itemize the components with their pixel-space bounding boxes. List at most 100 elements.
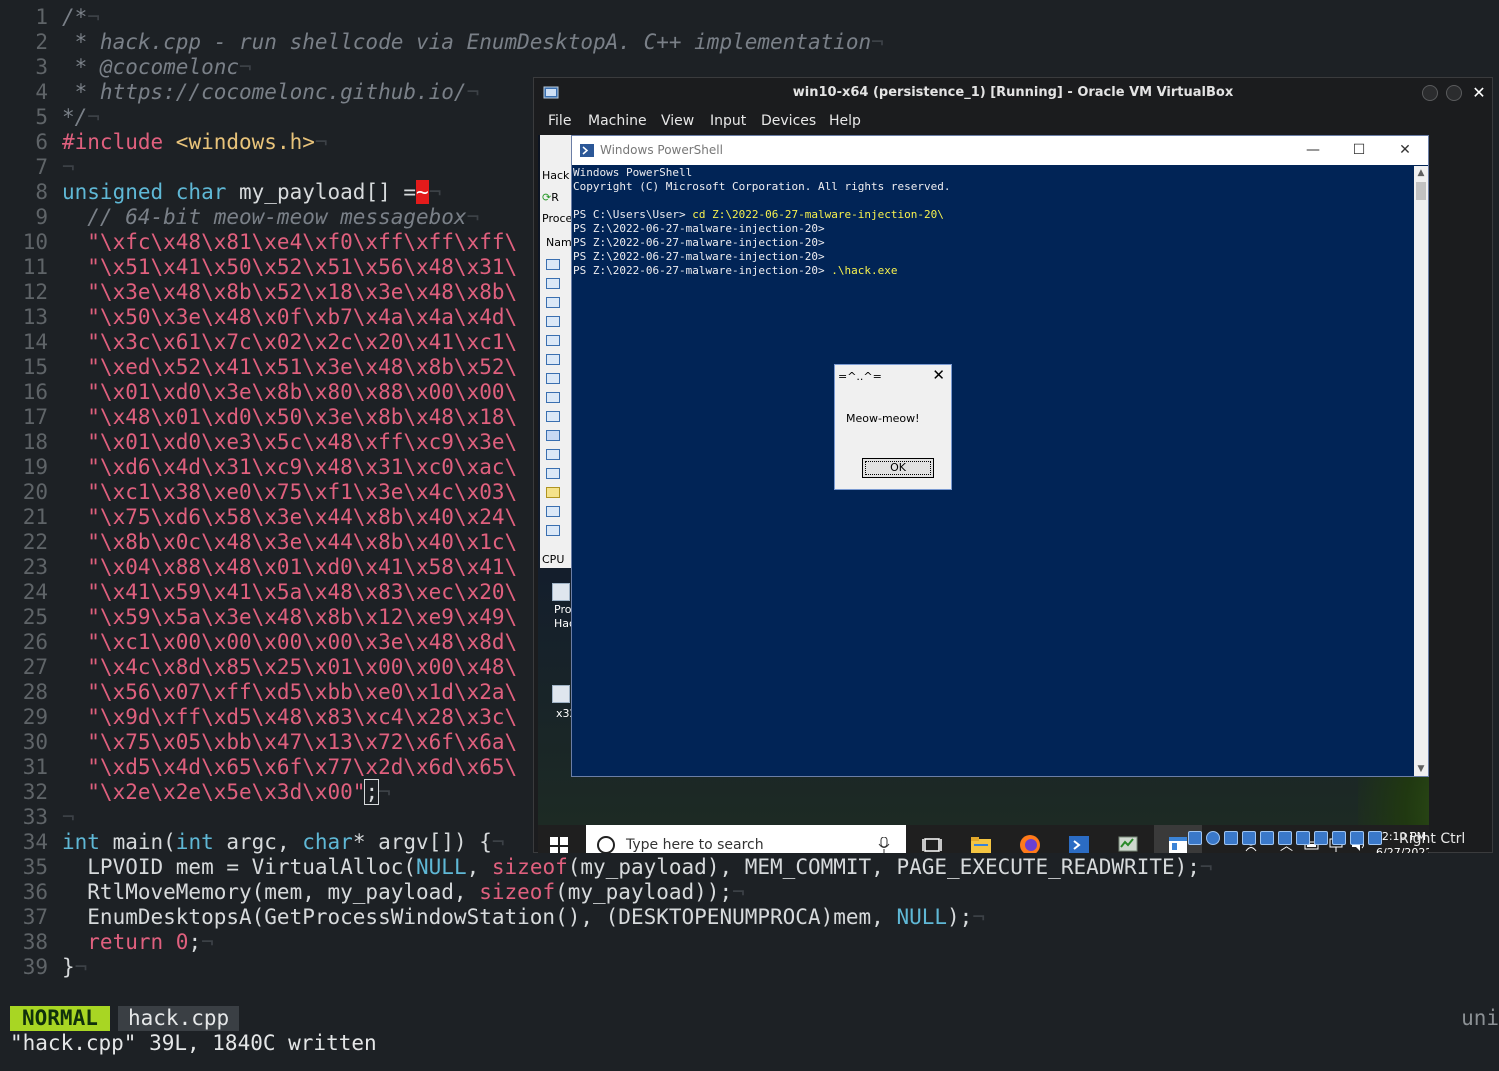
mouse-integration-icon[interactable] bbox=[1350, 831, 1364, 845]
process-row-icon[interactable] bbox=[546, 335, 560, 346]
code-line[interactable]: 6 #include <windows.h>¬ bbox=[0, 130, 327, 155]
code-line[interactable]: 3 * @cocomelonc¬ bbox=[0, 55, 251, 80]
code-line[interactable]: 35 LPVOID mem = VirtualAlloc(NULL, sizeo… bbox=[0, 855, 1213, 880]
code-line[interactable]: 36 RtlMoveMemory(mem, my_payload, sizeof… bbox=[0, 880, 745, 905]
powershell-scrollbar[interactable]: ▲ ▼ bbox=[1414, 166, 1428, 776]
process-hacker-shortcut-icon[interactable] bbox=[552, 583, 570, 601]
process-row-icon[interactable] bbox=[546, 354, 560, 365]
ph-column-name[interactable]: Nam bbox=[546, 236, 572, 249]
ok-button[interactable]: OK bbox=[862, 458, 934, 478]
minimize-icon[interactable]: — bbox=[1290, 136, 1336, 165]
scrollbar-thumb[interactable] bbox=[1416, 182, 1426, 200]
powershell-titlebar[interactable]: Windows PowerShell — ☐ ✕ bbox=[572, 136, 1428, 165]
code-line[interactable]: 39}¬ bbox=[0, 955, 88, 980]
usb-icon[interactable] bbox=[1260, 831, 1274, 845]
ph-tab-processes[interactable]: Proce bbox=[542, 212, 572, 225]
hard-disk-icon[interactable] bbox=[1188, 831, 1202, 845]
code-line[interactable]: 22 "\x8b\x0c\x48\x3e\x44\x8b\x40\x1c\ bbox=[0, 530, 517, 555]
code-line[interactable]: 37 EnumDesktopsA(GetProcessWindowStation… bbox=[0, 905, 985, 930]
code-line[interactable]: 38 return 0;¬ bbox=[0, 930, 214, 955]
code-line[interactable]: 21 "\x75\xd6\x58\x3e\x44\x8b\x40\x24\ bbox=[0, 505, 517, 530]
message-box[interactable]: =^..^= ✕ Meow-meow! OK bbox=[834, 364, 952, 490]
powershell-window[interactable]: Windows PowerShell — ☐ ✕ Windows PowerSh… bbox=[571, 135, 1429, 777]
scroll-down-icon[interactable]: ▼ bbox=[1414, 762, 1428, 776]
host-key-arrow-icon[interactable] bbox=[1368, 831, 1382, 845]
close-icon[interactable]: ✕ bbox=[932, 366, 945, 384]
process-row-icon[interactable] bbox=[546, 430, 560, 441]
code-line[interactable]: 31 "\xd5\x4d\x65\x6f\x77\x2d\x6d\x65\ bbox=[0, 755, 517, 780]
code-line[interactable]: 29 "\x9d\xff\xd5\x48\x83\xc4\x28\x3c\ bbox=[0, 705, 517, 730]
vim-command-line[interactable]: "hack.cpp" 39L, 1840C written bbox=[10, 1031, 377, 1056]
code-line[interactable]: 23 "\x04\x88\x48\x01\xd0\x41\x58\x41\ bbox=[0, 555, 517, 580]
code-line[interactable]: 27 "\x4c\x8d\x85\x25\x01\x00\x00\x48\ bbox=[0, 655, 517, 680]
virtualization-icon[interactable] bbox=[1332, 831, 1346, 845]
code-line[interactable]: 15 "\xed\x52\x41\x51\x3e\x48\x8b\x52\ bbox=[0, 355, 517, 380]
process-row-icon[interactable] bbox=[546, 316, 560, 327]
code-line[interactable]: 5 */¬ bbox=[0, 105, 100, 130]
code-line[interactable]: 20 "\xc1\x38\xe0\x75\xf1\x3e\x4c\x03\ bbox=[0, 480, 517, 505]
maximize-icon[interactable]: ☐ bbox=[1336, 136, 1382, 165]
code-line[interactable]: 2 * hack.cpp - run shellcode via EnumDes… bbox=[0, 30, 883, 55]
menu-view[interactable]: View bbox=[661, 108, 694, 134]
process-row-icon[interactable] bbox=[546, 297, 560, 308]
minimize-button[interactable] bbox=[1422, 85, 1438, 101]
code-line[interactable]: 8 unsigned char my_payload[] =~¬ bbox=[0, 180, 441, 205]
code-line[interactable]: 16 "\x01\xd0\x3e\x8b\x80\x88\x00\x00\ bbox=[0, 380, 517, 405]
close-icon[interactable]: ✕ bbox=[1382, 136, 1428, 165]
code-line[interactable]: 1 /*¬ bbox=[0, 5, 100, 30]
code-line[interactable]: 28 "\x56\x07\xff\xd5\xbb\xe0\x1d\x2a\ bbox=[0, 680, 517, 705]
code-line[interactable]: 13 "\x50\x3e\x48\x0f\xb7\x4a\x4a\x4d\ bbox=[0, 305, 517, 330]
menu-file[interactable]: File bbox=[548, 108, 571, 134]
code-line[interactable]: 26 "\xc1\x00\x00\x00\x00\x3e\x48\x8d\ bbox=[0, 630, 517, 655]
virtualbox-titlebar[interactable]: win10-x64 (persistence_1) [Running] - Or… bbox=[534, 78, 1492, 108]
ph-refresh-button[interactable]: ⟳R bbox=[542, 191, 559, 204]
video-capture-icon[interactable] bbox=[1314, 831, 1328, 845]
code-line[interactable]: 17 "\x48\x01\xd0\x50\x3e\x8b\x48\x18\ bbox=[0, 405, 517, 430]
code-line[interactable]: 24 "\x41\x59\x41\x5a\x48\x83\xec\x20\ bbox=[0, 580, 517, 605]
x32dbg-shortcut-icon[interactable] bbox=[552, 685, 570, 703]
code-token: ¬ bbox=[201, 930, 214, 954]
code-line[interactable]: 34 int main(int argc, char* argv[]) {¬ bbox=[0, 830, 505, 855]
menu-input[interactable]: Input bbox=[710, 108, 746, 134]
optical-drive-icon[interactable] bbox=[1206, 831, 1220, 845]
code-line[interactable]: 10 "\xfc\x48\x81\xe4\xf0\xff\xff\xff\ bbox=[0, 230, 517, 255]
process-row-icon[interactable] bbox=[546, 449, 560, 460]
code-line[interactable]: 32 "\x2e\x2e\x5e\x3d\x00";¬ bbox=[0, 779, 391, 805]
process-row-icon[interactable] bbox=[546, 278, 560, 289]
process-row-icon[interactable] bbox=[546, 487, 560, 498]
maximize-button[interactable] bbox=[1446, 85, 1462, 101]
shared-folders-icon[interactable] bbox=[1278, 831, 1292, 845]
code-line[interactable]: 33 ¬ bbox=[0, 805, 75, 830]
code-line[interactable]: 11 "\x51\x41\x50\x52\x51\x56\x48\x31\ bbox=[0, 255, 517, 280]
process-row-icon[interactable] bbox=[546, 468, 560, 479]
menu-devices[interactable]: Devices bbox=[761, 108, 816, 134]
menu-machine[interactable]: Machine bbox=[588, 108, 647, 134]
code-line[interactable]: 14 "\x3c\x61\x7c\x02\x2c\x20\x41\xc1\ bbox=[0, 330, 517, 355]
close-icon[interactable]: ✕ bbox=[1470, 84, 1488, 102]
menu-help[interactable]: Help bbox=[829, 108, 861, 134]
process-row-icon[interactable] bbox=[546, 525, 560, 536]
code-line[interactable]: 7 ¬ bbox=[0, 155, 75, 180]
code-line[interactable]: 25 "\x59\x5a\x3e\x48\x8b\x12\xe9\x49\ bbox=[0, 605, 517, 630]
process-row-icon[interactable] bbox=[546, 373, 560, 384]
process-row-icon[interactable] bbox=[546, 411, 560, 422]
display-icon[interactable] bbox=[1296, 831, 1310, 845]
process-row-icon[interactable] bbox=[546, 506, 560, 517]
guest-screen[interactable]: Hack ⟳R Proce Nam CPU U Pro Hac x32 bbox=[538, 135, 1429, 853]
code-line[interactable]: 9 // 64-bit meow-meow messagebox¬ bbox=[0, 205, 479, 230]
scroll-up-icon[interactable]: ▲ bbox=[1414, 166, 1428, 180]
powershell-console[interactable]: Windows PowerShell Copyright (C) Microsof… bbox=[572, 166, 1415, 776]
audio-icon[interactable] bbox=[1224, 831, 1238, 845]
code-line[interactable]: 30 "\x75\x05\xbb\x47\x13\x72\x6f\x6a\ bbox=[0, 730, 517, 755]
code-token: ¬ bbox=[87, 105, 100, 129]
process-row-icon[interactable] bbox=[546, 259, 560, 270]
code-line[interactable]: 19 "\xd6\x4d\x31\xc9\x48\x31\xc0\xac\ bbox=[0, 455, 517, 480]
network-adapter-icon[interactable] bbox=[1242, 831, 1256, 845]
code-line[interactable]: 18 "\x01\xd0\xe3\x5c\x48\xff\xc9\x3e\ bbox=[0, 430, 517, 455]
code-token: ¬ bbox=[62, 155, 75, 179]
text-cursor: ~ bbox=[416, 180, 429, 204]
code-line[interactable]: 4 * https://cocomelonc.github.io/¬ bbox=[0, 80, 479, 105]
code-line[interactable]: 12 "\x3e\x48\x8b\x52\x18\x3e\x48\x8b\ bbox=[0, 280, 517, 305]
virtualbox-window[interactable]: win10-x64 (persistence_1) [Running] - Or… bbox=[533, 77, 1493, 853]
process-row-icon[interactable] bbox=[546, 392, 560, 403]
